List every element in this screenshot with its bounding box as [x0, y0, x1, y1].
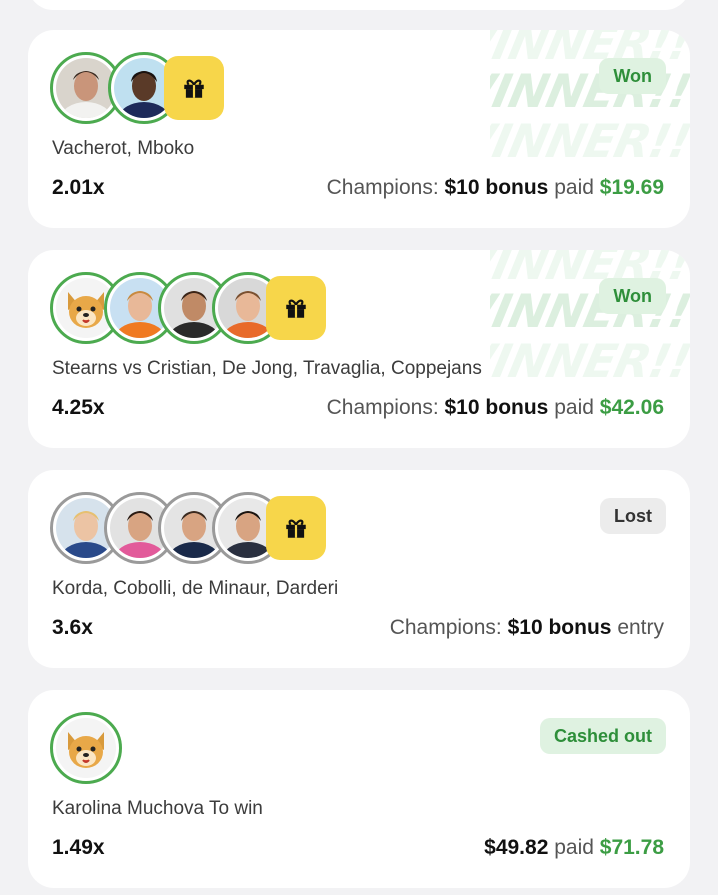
multiplier: 2.01x	[52, 176, 105, 199]
payout-amount: $10 bonus	[444, 396, 549, 419]
gift-icon	[266, 276, 326, 340]
bet-card[interactable]: Cashed out Karolina Muchova To win 1.49x…	[28, 690, 690, 888]
payout-prefix: Champions:	[389, 616, 502, 639]
players-label: Vacherot, Mboko	[52, 138, 195, 159]
players-label: Stearns vs Cristian, De Jong, Travaglia,…	[52, 358, 482, 379]
players-label: Korda, Cobolli, de Minaur, Darderi	[52, 578, 339, 599]
gift-icon	[164, 56, 224, 120]
payout-amount: $10 bonus	[507, 616, 612, 639]
bet-card[interactable]: WINNER!! WINNER!! WINNER!! Won Vacherot,…	[28, 30, 690, 228]
gift-icon	[266, 496, 326, 560]
bet-card[interactable]: WINNER!! WINNER!! WINNER!! Won Stearns v…	[28, 250, 690, 448]
players-label: Karolina Muchova To win	[52, 798, 263, 819]
payout-result: $19.69	[599, 176, 664, 199]
payout-result: $42.06	[599, 396, 664, 419]
payout-line: Champions: $10 bonus paid $19.69	[327, 176, 664, 200]
payout-prefix: Champions:	[326, 396, 439, 419]
payout-amount: $10 bonus	[444, 176, 549, 199]
payout-middle: paid	[554, 176, 594, 199]
status-badge: Won	[599, 278, 666, 314]
payout-middle: paid	[554, 836, 594, 859]
status-badge: Lost	[600, 498, 666, 534]
bet-card[interactable]: Lost Korda, Cobolli, de Minaur, Darderi …	[28, 470, 690, 668]
payout-prefix: Champions:	[326, 176, 439, 199]
multiplier: 3.6x	[52, 616, 93, 639]
payout-middle: entry	[617, 616, 664, 639]
payout-line: $49.82 paid $71.78	[484, 836, 664, 860]
dog-mascot-avatar	[50, 712, 122, 784]
multiplier: 1.49x	[52, 836, 105, 859]
payout-amount: $49.82	[484, 836, 549, 859]
multiplier: 4.25x	[52, 396, 105, 419]
winner-watermark: WINNER!! WINNER!! WINNER!!	[490, 250, 690, 388]
status-badge: Won	[599, 58, 666, 94]
payout-line: Champions: $10 bonus entry	[390, 616, 664, 640]
payout-middle: paid	[554, 396, 594, 419]
payout-result: $71.78	[599, 836, 664, 859]
winner-watermark: WINNER!! WINNER!! WINNER!!	[490, 30, 690, 168]
status-badge: Cashed out	[539, 718, 666, 754]
previous-card-edge	[28, 0, 690, 10]
payout-line: Champions: $10 bonus paid $42.06	[327, 396, 664, 420]
